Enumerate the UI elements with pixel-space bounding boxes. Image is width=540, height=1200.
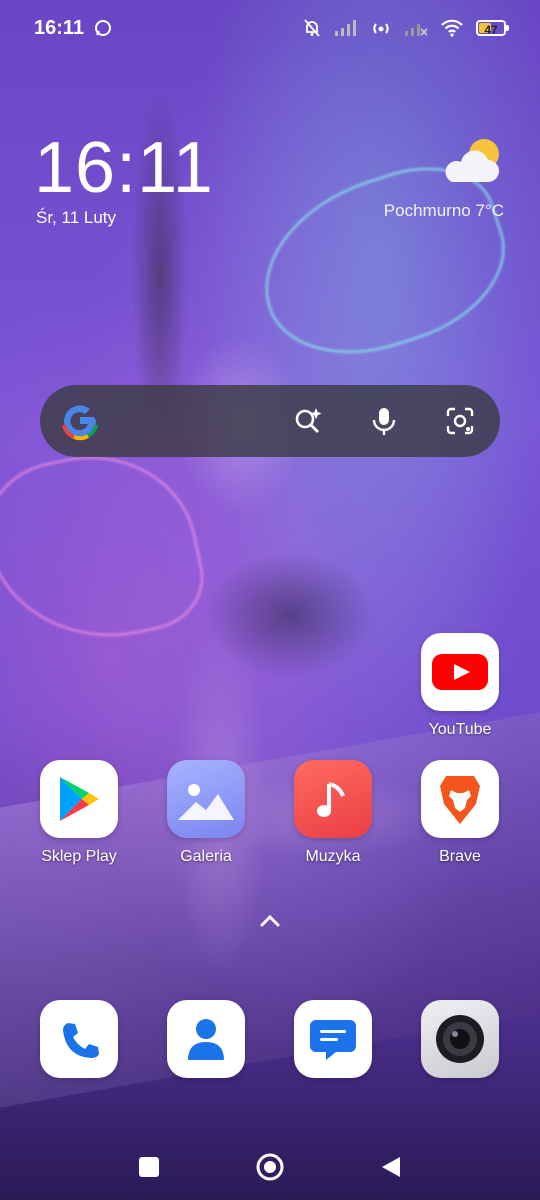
- hotspot-icon: [370, 18, 392, 38]
- silent-icon: [302, 18, 322, 38]
- chevron-up-icon[interactable]: [256, 911, 284, 931]
- clock-widget-time[interactable]: 16:11: [34, 128, 214, 208]
- messages-icon[interactable]: [294, 1000, 372, 1078]
- wifi-icon: [440, 19, 464, 37]
- app-label-brave: Brave: [439, 848, 481, 865]
- whatsapp-icon: [94, 19, 112, 37]
- app-label-gallery: Galeria: [180, 848, 232, 865]
- battery-level: 47: [484, 23, 498, 37]
- signal-off-icon: [404, 20, 428, 36]
- wallpaper-neon-sign-left: [0, 435, 214, 661]
- home-icon[interactable]: [253, 1150, 287, 1184]
- dock-contacts[interactable]: [151, 1000, 261, 1078]
- battery-icon: 47: [476, 20, 509, 37]
- phone-icon[interactable]: [40, 1000, 118, 1078]
- back-icon[interactable]: [374, 1150, 408, 1184]
- app-music[interactable]: Muzyka: [278, 760, 388, 866]
- dock-camera[interactable]: [405, 1000, 515, 1078]
- ai-search-icon[interactable]: [292, 405, 324, 437]
- weather-condition: Pochmurno: [383, 201, 471, 220]
- app-label-play-store: Sklep Play: [41, 848, 117, 865]
- play-store-icon[interactable]: [40, 760, 118, 838]
- dock-messages[interactable]: [278, 1000, 388, 1078]
- gallery-icon[interactable]: [167, 760, 245, 838]
- app-brave[interactable]: Brave: [405, 760, 515, 866]
- dock-phone[interactable]: [24, 1000, 134, 1078]
- weather-temperature: 7°C: [475, 201, 504, 220]
- cloudy-sun-icon[interactable]: [438, 134, 504, 190]
- lens-icon[interactable]: [444, 405, 476, 437]
- weather-widget-text[interactable]: Pochmurno 7°C: [384, 201, 504, 221]
- navigation-bar: [0, 1130, 540, 1200]
- app-label-youtube: YouTube: [428, 721, 492, 738]
- google-search-bar[interactable]: [40, 385, 500, 457]
- music-icon[interactable]: [294, 760, 372, 838]
- microphone-icon[interactable]: [368, 405, 400, 437]
- camera-icon[interactable]: [421, 1000, 499, 1078]
- contacts-icon[interactable]: [167, 1000, 245, 1078]
- brave-icon[interactable]: [421, 760, 499, 838]
- recents-icon[interactable]: [132, 1150, 166, 1184]
- app-youtube[interactable]: YouTube: [405, 633, 515, 739]
- status-bar: 16:11 47: [0, 0, 540, 56]
- app-gallery[interactable]: Galeria: [151, 760, 261, 866]
- clock-widget-date[interactable]: Śr, 11 Luty: [36, 208, 116, 228]
- app-play-store[interactable]: Sklep Play: [24, 760, 134, 866]
- app-label-music: Muzyka: [305, 848, 361, 865]
- signal-icon: [334, 20, 358, 36]
- youtube-icon[interactable]: [421, 633, 499, 711]
- status-time: 16:11: [34, 16, 85, 39]
- google-logo-icon[interactable]: [58, 399, 102, 443]
- wallpaper-figure: [90, 95, 420, 1135]
